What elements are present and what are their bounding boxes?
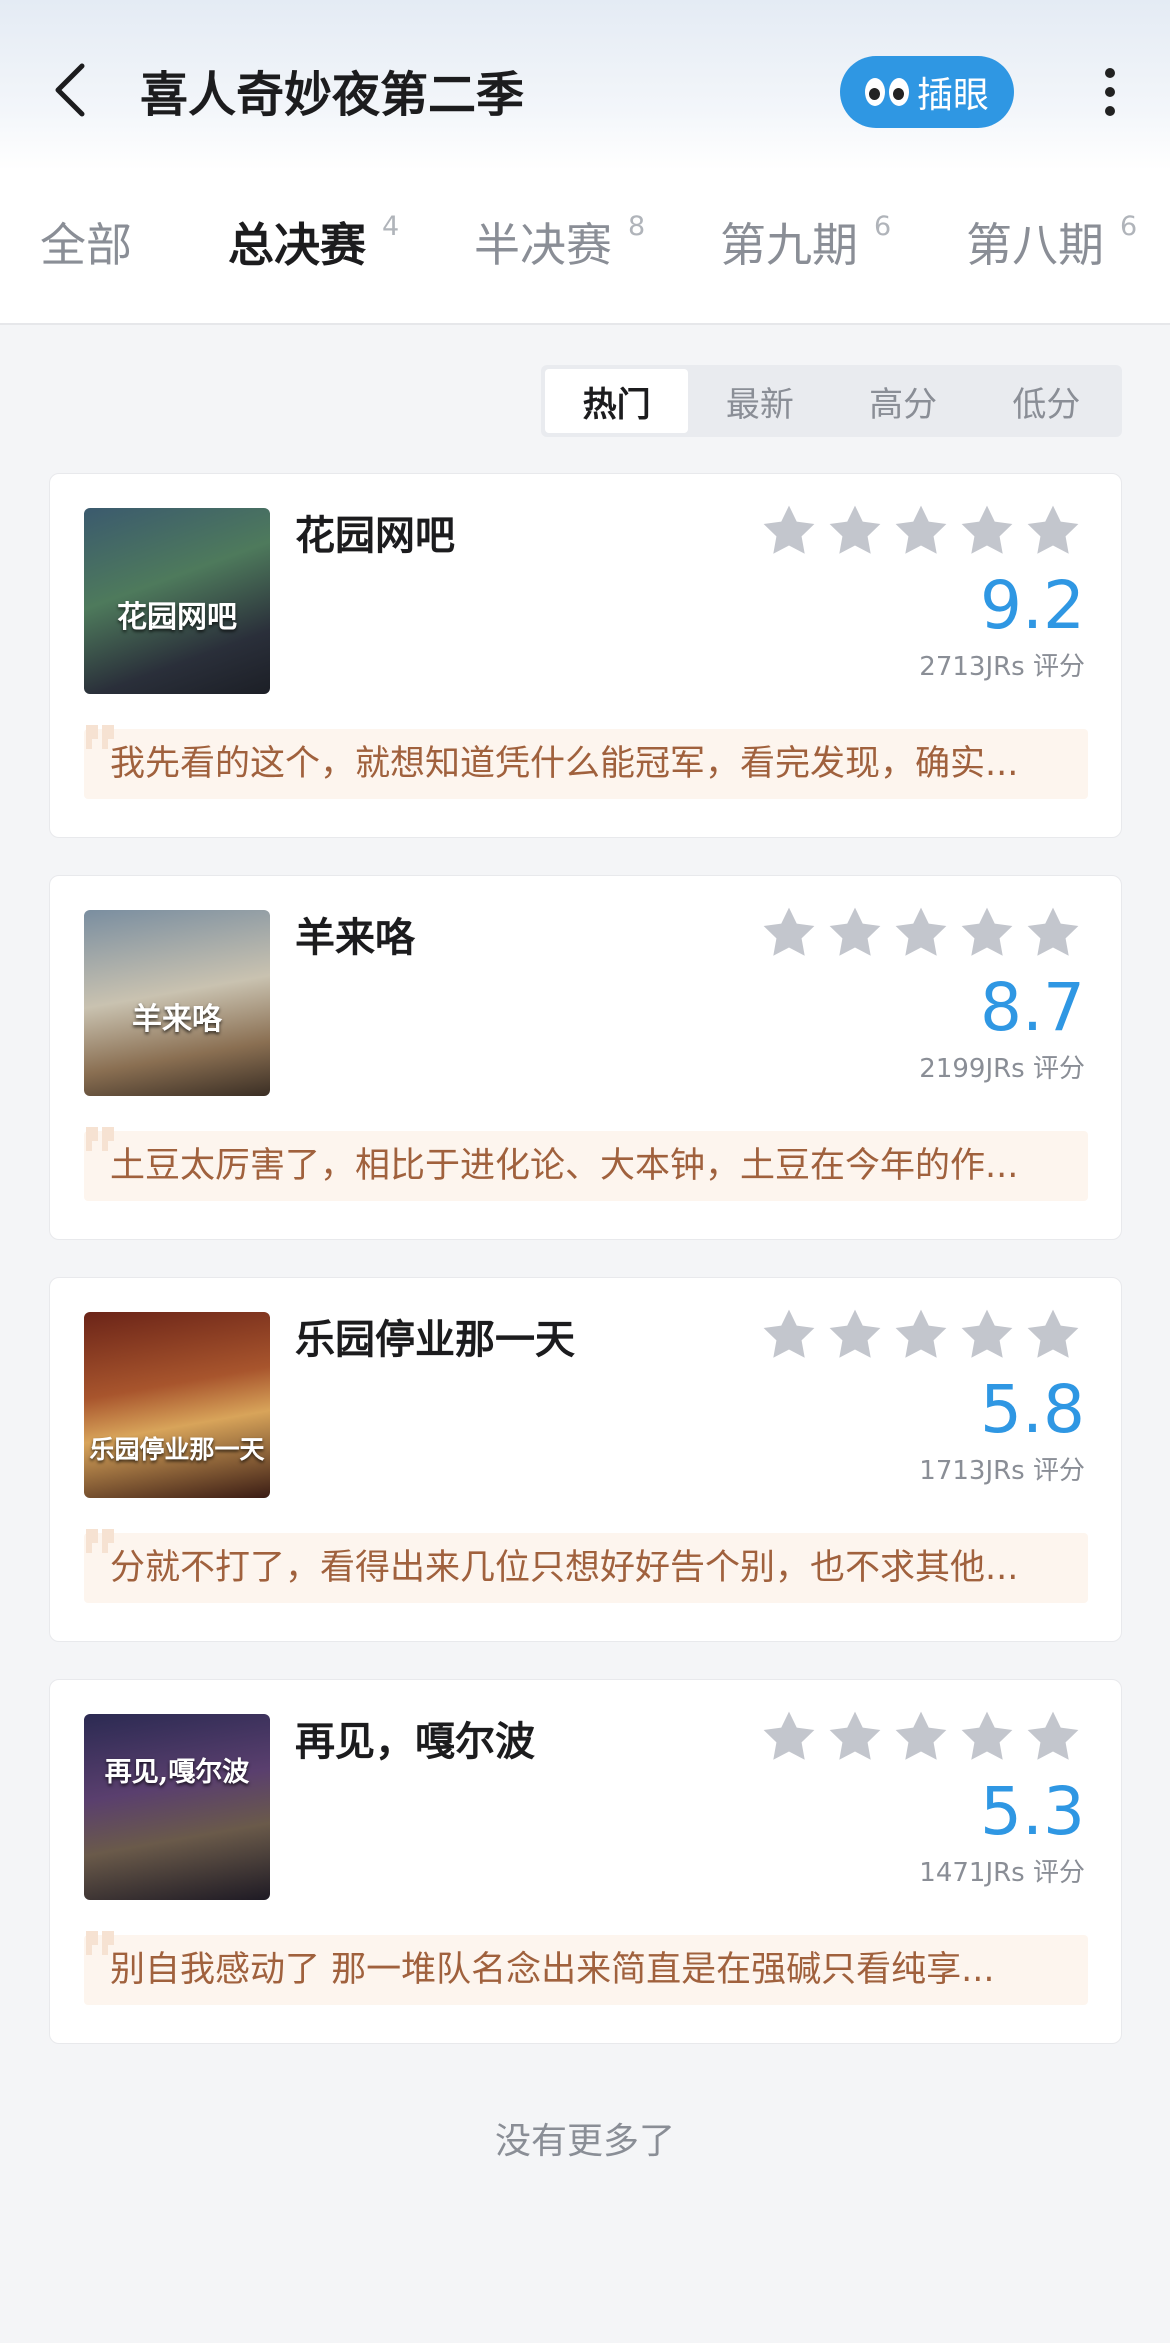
thumbnail-caption: 花园网吧 (117, 600, 237, 635)
eyes-icon (864, 78, 909, 106)
rating-count: 1471JRs 评分 (919, 1858, 1085, 1888)
thumbnail: 乐园停业那一天 (84, 1312, 270, 1498)
star-icon[interactable] (1024, 904, 1082, 962)
item-title: 羊来咯 (295, 915, 415, 961)
peek-label: 插眼 (916, 75, 989, 116)
thumbnail: 再见,嘎尔波 (84, 1714, 270, 1900)
star-icon[interactable] (760, 904, 818, 962)
quote-icon (86, 1931, 114, 1955)
rating-count: 2713JRs 评分 (919, 652, 1085, 682)
rating-count: 2199JRs 评分 (919, 1054, 1085, 1084)
star-icon[interactable] (1024, 1708, 1082, 1766)
star-rating[interactable] (760, 1708, 1090, 1768)
tab-semifinal[interactable]: 半决赛 8 (474, 205, 645, 285)
thumbnail: 花园网吧 (84, 508, 270, 694)
star-rating[interactable] (760, 502, 1090, 562)
tab-episode-9[interactable]: 第九期 6 (720, 205, 891, 285)
top-comment[interactable]: 我先看的这个，就想知道凭什么能冠军，看完发现，确实... (84, 729, 1088, 799)
rating-count: 1713JRs 评分 (919, 1456, 1085, 1486)
item-title: 再见，嘎尔波 (295, 1719, 535, 1765)
quote-icon (86, 1127, 114, 1151)
tab-count: 6 (1120, 211, 1138, 242)
episode-tabs: 全部 总决赛 4 半决赛 8 第九期 6 第八期 6 (0, 205, 1170, 285)
top-comment[interactable]: 土豆太厉害了，相比于进化论、大本钟，土豆在今年的作... (84, 1131, 1088, 1201)
quote-icon (86, 725, 114, 749)
star-icon[interactable] (826, 502, 884, 560)
back-button[interactable] (40, 55, 100, 125)
score: 5.3 (980, 1773, 1085, 1850)
star-icon[interactable] (760, 502, 818, 560)
star-icon[interactable] (958, 904, 1016, 962)
item-title: 乐园停业那一天 (295, 1317, 575, 1363)
star-icon[interactable] (892, 904, 950, 962)
star-icon[interactable] (826, 1306, 884, 1364)
star-icon[interactable] (958, 1708, 1016, 1766)
rating-card[interactable]: 花园网吧 花园网吧 9.2 2713JRs 评分 我先看的这个，就想知道凭什么能… (49, 473, 1122, 838)
star-icon[interactable] (760, 1306, 818, 1364)
no-more-text: 没有更多了 (494, 2121, 675, 2162)
tab-count: 4 (382, 211, 400, 242)
star-icon[interactable] (760, 1708, 818, 1766)
score: 5.8 (980, 1371, 1085, 1448)
more-vertical-icon (1105, 68, 1115, 78)
star-icon[interactable] (826, 1708, 884, 1766)
more-button[interactable] (1090, 62, 1130, 122)
star-rating[interactable] (760, 904, 1090, 964)
star-icon[interactable] (892, 1708, 950, 1766)
item-title: 花园网吧 (295, 513, 455, 559)
top-comment[interactable]: 分就不打了，看得出来几位只想好好告个别，也不求其他... (84, 1533, 1088, 1603)
star-icon[interactable] (1024, 502, 1082, 560)
star-icon[interactable] (826, 904, 884, 962)
star-icon[interactable] (958, 502, 1016, 560)
page: 喜人奇妙夜第二季 插眼 全部 总决赛 4 半决赛 8 第九期 6 第八期 6 热… (0, 0, 1170, 2343)
back-arrow-icon (55, 63, 85, 117)
score: 8.7 (980, 969, 1085, 1046)
sort-low[interactable]: 低分 (975, 369, 1118, 433)
tab-all[interactable]: 全部 (40, 205, 132, 285)
thumbnail-caption: 羊来咯 (132, 1002, 222, 1037)
thumbnail-caption: 再见,嘎尔波 (104, 1757, 250, 1788)
sort-control: 热门 最新 高分 低分 (541, 365, 1122, 437)
star-rating[interactable] (760, 1306, 1090, 1366)
sort-latest[interactable]: 最新 (688, 369, 831, 433)
star-icon[interactable] (892, 502, 950, 560)
top-comment[interactable]: 别自我感动了 那一堆队名念出来简直是在强碱只看纯享... (84, 1935, 1088, 2005)
sort-hot[interactable]: 热门 (545, 369, 689, 433)
star-icon[interactable] (1024, 1306, 1082, 1364)
tab-final[interactable]: 总决赛 4 (228, 205, 399, 285)
star-icon[interactable] (892, 1306, 950, 1364)
tab-episode-8[interactable]: 第八期 6 (966, 205, 1137, 285)
page-title: 喜人奇妙夜第二季 (140, 67, 525, 123)
rating-card[interactable]: 羊来咯 羊来咯 8.7 2199JRs 评分 土豆太厉害了，相比于进化论、大本钟… (49, 875, 1122, 1240)
tab-count: 6 (874, 211, 892, 242)
star-icon[interactable] (958, 1306, 1016, 1364)
rating-card[interactable]: 再见,嘎尔波 再见，嘎尔波 5.3 1471JRs 评分 别自我感动了 那一堆队… (49, 1679, 1122, 2044)
tab-count: 8 (628, 211, 646, 242)
header: 喜人奇妙夜第二季 插眼 全部 总决赛 4 半决赛 8 第九期 6 第八期 6 (0, 0, 1170, 325)
peek-button[interactable]: 插眼 (840, 56, 1014, 128)
sort-high[interactable]: 高分 (832, 369, 975, 433)
thumbnail-caption: 乐园停业那一天 (89, 1435, 265, 1464)
rating-card[interactable]: 乐园停业那一天 乐园停业那一天 5.8 1713JRs 评分 分就不打了，看得出… (49, 1277, 1122, 1642)
score: 9.2 (980, 567, 1085, 644)
quote-icon (86, 1529, 114, 1553)
thumbnail: 羊来咯 (84, 910, 270, 1096)
